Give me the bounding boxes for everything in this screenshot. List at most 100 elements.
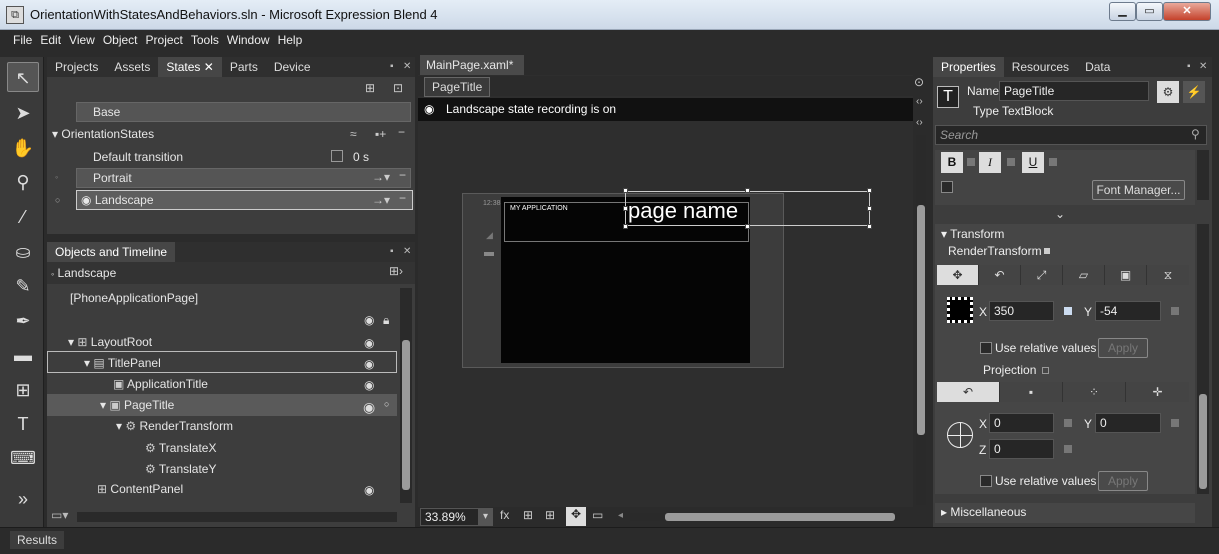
tab-properties[interactable]: Properties xyxy=(933,57,1004,77)
resize-handle[interactable] xyxy=(623,188,628,193)
menu-window[interactable]: Window xyxy=(223,30,274,50)
pin-icon[interactable]: ▪ xyxy=(390,246,394,257)
lock-toggle-icon[interactable]: ○ xyxy=(384,399,389,409)
tree-item-layoutroot[interactable]: ▾ ⊞ LayoutRoot xyxy=(68,331,152,353)
projection-y-field[interactable]: 0 xyxy=(1095,413,1161,433)
tree-item-pagetitle[interactable]: ▾ ▣ PageTitle xyxy=(47,394,397,416)
show-grid-icon[interactable]: ⊞ xyxy=(523,508,533,522)
timeline-toggle-icon[interactable]: ⊞› xyxy=(389,264,403,278)
timeline-hscrollbar[interactable] xyxy=(77,512,397,522)
tab-parts[interactable]: Parts xyxy=(222,57,266,77)
search-input[interactable]: Search xyxy=(935,125,1207,145)
resize-handle[interactable] xyxy=(867,206,872,211)
bold-button[interactable]: B xyxy=(941,152,963,173)
tree-item-translatey[interactable]: ⚙ TranslateY xyxy=(145,458,216,480)
font-manager-button[interactable]: Font Manager... xyxy=(1092,180,1185,200)
snap-grid-icon[interactable]: ⊞ xyxy=(545,508,555,522)
new-state-icon[interactable]: ⊡ xyxy=(393,81,403,95)
maximize-button[interactable]: ▭ xyxy=(1136,2,1163,21)
tab-mainpage[interactable]: MainPage.xaml* xyxy=(420,55,524,75)
default-transition-time[interactable]: 0 s xyxy=(353,146,369,168)
projection-rotation-tab-icon[interactable]: ↶ xyxy=(937,382,999,402)
center-point-tab-icon[interactable]: ▣ xyxy=(1105,265,1146,285)
translate-tab-icon[interactable]: ✥ xyxy=(937,265,978,285)
tree-item-rendertransform[interactable]: ▾ ⚙ RenderTransform xyxy=(116,415,233,437)
textblock-tool-icon[interactable]: T xyxy=(7,409,39,439)
easing-icon[interactable] xyxy=(331,150,343,162)
zoom-dropdown-icon[interactable]: ▾ xyxy=(478,508,493,526)
pin-icon[interactable]: ▪ xyxy=(1187,61,1191,72)
advanced-marker-icon[interactable] xyxy=(1042,367,1049,374)
add-transition-icon-2[interactable]: →▾ xyxy=(372,193,390,207)
tree-scrollbar[interactable] xyxy=(400,288,412,503)
projection-relative-checkbox[interactable] xyxy=(980,475,992,487)
text-section-scroll[interactable] xyxy=(1197,150,1209,200)
menu-tools[interactable]: Tools xyxy=(187,30,223,50)
tab-projects[interactable]: Projects xyxy=(47,57,106,77)
embed-checkbox[interactable] xyxy=(941,181,953,193)
search-icon[interactable]: ⚲ xyxy=(1191,127,1200,141)
projection-global-tab-icon[interactable]: ⁘ xyxy=(1063,382,1125,402)
advanced-marker-icon[interactable] xyxy=(1049,158,1057,166)
tree-item-applicationtitle[interactable]: ▣ ApplicationTitle xyxy=(113,373,208,395)
state-portrait[interactable]: Portrait xyxy=(76,168,411,188)
minimize-button[interactable]: ▁ xyxy=(1109,2,1136,21)
remove-group-icon[interactable]: − xyxy=(398,125,405,139)
panel-close-icon[interactable]: ✕ xyxy=(1199,61,1207,72)
canvas-hscroll[interactable] xyxy=(630,513,900,521)
add-transition-icon[interactable]: →▾ xyxy=(372,170,390,184)
resize-handle[interactable] xyxy=(745,188,750,193)
blend-app-icon[interactable]: ⧉ xyxy=(6,6,24,24)
lock-icon[interactable]: 🔒︎ xyxy=(383,313,389,328)
rotate-tab-icon[interactable]: ↶ xyxy=(979,265,1020,285)
grid-layout-icon[interactable]: ⊞ xyxy=(7,375,39,405)
projection-center-tab-icon[interactable]: ▪ xyxy=(1000,382,1062,402)
add-state-icon[interactable]: ▪+ xyxy=(375,127,386,141)
visibility-eye-icon[interactable]: ◉ xyxy=(363,399,375,416)
visibility-eye-icon[interactable]: ◉ xyxy=(364,483,374,497)
paint-bucket-icon[interactable]: ⛀ xyxy=(7,237,39,267)
tab-resources[interactable]: Resources xyxy=(1004,57,1077,77)
advanced-marker-icon[interactable] xyxy=(1064,307,1072,315)
visibility-eye-icon[interactable]: ◉ xyxy=(364,336,374,350)
tree-scrollbar-thumb[interactable] xyxy=(402,340,410,490)
menu-object[interactable]: Object xyxy=(99,30,142,50)
advanced-marker-icon[interactable] xyxy=(1064,419,1072,427)
remove-state-icon-2[interactable]: − xyxy=(399,191,406,205)
advanced-marker-icon[interactable] xyxy=(1007,158,1015,166)
breadcrumb[interactable]: PageTitle xyxy=(424,77,491,97)
timeline-options-icon[interactable]: ▭▾ xyxy=(51,508,68,522)
visibility-eye-icon[interactable]: ◉ xyxy=(364,357,374,371)
panel-close-icon[interactable]: ✕ xyxy=(403,61,411,72)
properties-view-icon[interactable]: ⚙ xyxy=(1157,81,1179,103)
advanced-marker-icon[interactable] xyxy=(967,158,975,166)
close-button[interactable]: ✕ xyxy=(1163,2,1211,21)
scroll-left-icon[interactable]: ◂ xyxy=(618,510,623,521)
projection-z-field[interactable]: 0 xyxy=(989,439,1054,459)
zoom-field[interactable]: 33.89% xyxy=(420,508,480,526)
expand-chevron-icon[interactable]: ⌄ xyxy=(1055,207,1065,221)
state-landscape[interactable]: ◉ Landscape xyxy=(76,190,413,210)
menu-help[interactable]: Help xyxy=(274,30,307,50)
resize-handle[interactable] xyxy=(623,206,628,211)
state-group-orientation[interactable]: ▾ OrientationStates xyxy=(52,123,412,145)
menu-edit[interactable]: Edit xyxy=(36,30,65,50)
menu-view[interactable]: View xyxy=(65,30,99,50)
advanced-marker-icon[interactable] xyxy=(1044,248,1050,254)
canvas-hscroll-thumb[interactable] xyxy=(665,513,895,521)
results-tab[interactable]: Results xyxy=(10,531,65,549)
transition-icon[interactable]: ≈ xyxy=(350,127,357,141)
projection-x-field[interactable]: 0 xyxy=(989,413,1054,433)
advanced-marker-icon[interactable] xyxy=(1064,445,1072,453)
app-title-text[interactable]: MY APPLICATION xyxy=(510,205,568,212)
control-tool-icon[interactable]: ⌨ xyxy=(7,443,39,473)
xaml-view-icon[interactable]: ‹› xyxy=(916,117,923,128)
recording-dot-icon[interactable]: ◉ xyxy=(424,102,434,116)
tree-item-contentpanel[interactable]: ⊞ ContentPanel xyxy=(97,478,183,500)
tab-device[interactable]: Device xyxy=(266,57,319,77)
effects-toggle-icon[interactable]: fx xyxy=(500,508,509,522)
state-radio-landscape[interactable]: ○ xyxy=(55,195,60,205)
flip-tab-icon[interactable]: ⧖ xyxy=(1147,265,1189,285)
resize-handle[interactable] xyxy=(623,224,628,229)
canvas-scrollbar-thumb[interactable] xyxy=(917,205,925,435)
